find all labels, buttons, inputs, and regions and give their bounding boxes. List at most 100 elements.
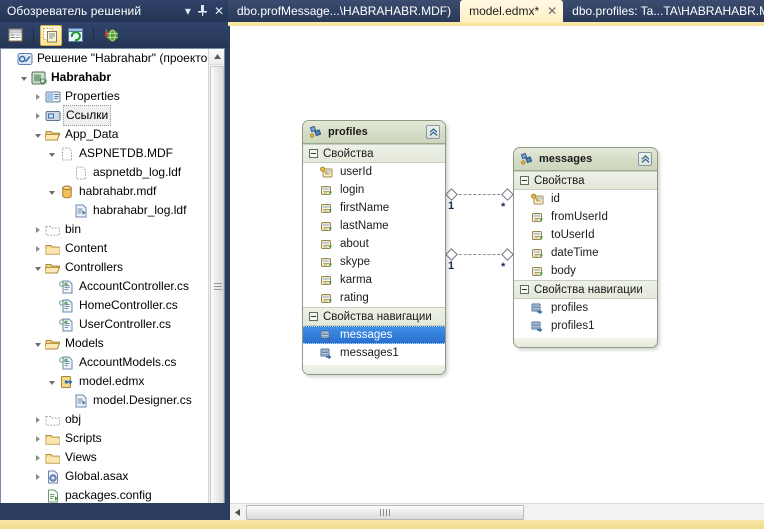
tree-item-properties[interactable]: Properties: [1, 87, 210, 106]
tree-item-label: habrahabr_log.ldf: [93, 203, 187, 217]
tree-item-views[interactable]: Views: [1, 448, 210, 467]
tree-scroll-thumb[interactable]: [210, 66, 224, 506]
multiplicity-right: *: [501, 201, 506, 213]
entity-property-label: karma: [340, 274, 372, 286]
entity-property-selected[interactable]: messages: [303, 326, 445, 344]
editor-tab[interactable]: dbo.profiles: Ta...TA\HABRAHABR.M: [563, 0, 764, 22]
collapse-minus-icon[interactable]: [520, 176, 529, 185]
association-endpoint-diamond: [501, 248, 514, 261]
entity-property[interactable]: fromUserId: [514, 208, 657, 226]
tree-item-habrahabr-log-ldf[interactable]: habrahabr_log.ldf: [1, 201, 210, 220]
entity-property[interactable]: firstName: [303, 199, 445, 217]
asax-file-icon: [44, 469, 62, 485]
scalar-property-icon: [320, 220, 335, 233]
collapse-arrow-icon[interactable]: [17, 68, 30, 87]
canvas-scroll-thumb[interactable]: [246, 505, 524, 520]
entity-property[interactable]: skype: [303, 253, 445, 271]
tree-item-homecontroller-cs[interactable]: C# HomeController.cs: [1, 296, 210, 315]
association-endpoint-diamond: [445, 248, 458, 261]
tree-item-aspnetdb-log-ldf[interactable]: aspnetdb_log.ldf: [1, 163, 210, 182]
collapse-chevron-icon[interactable]: [426, 125, 440, 139]
editor-tab-active[interactable]: model.edmx* ✕: [460, 0, 564, 22]
expand-arrow-icon[interactable]: [31, 106, 44, 125]
refresh-icon[interactable]: [65, 25, 87, 46]
tree-item-controllers[interactable]: Controllers: [1, 258, 210, 277]
tree-item-scripts[interactable]: Scripts: [1, 429, 210, 448]
tree-item-habrahabr-mdf[interactable]: habrahabr.mdf: [1, 182, 210, 201]
tree-item-model-edmx[interactable]: model.edmx: [1, 372, 210, 391]
tree-item-label: Ссылки: [63, 105, 112, 126]
collapse-arrow-icon[interactable]: [31, 125, 44, 144]
entity-header[interactable]: messages: [514, 148, 657, 171]
chevron-down-icon[interactable]: ▾: [185, 5, 191, 17]
tree-item-[interactable]: Ссылки: [1, 105, 210, 126]
tree-vertical-scrollbar[interactable]: [208, 49, 224, 529]
tree-item-accountcontroller-cs[interactable]: C# AccountController.cs: [1, 277, 210, 296]
entity-profiles[interactable]: profiles Свойства userId login firstName last…: [302, 120, 446, 375]
entity-property[interactable]: toUserId: [514, 226, 657, 244]
tree-item-label: Habrahabr: [51, 70, 112, 84]
expand-arrow-icon[interactable]: [31, 429, 44, 448]
scroll-up-arrow-icon[interactable]: [209, 49, 224, 65]
entity-property[interactable]: login: [303, 181, 445, 199]
tree-item-content[interactable]: Content: [1, 239, 210, 258]
expand-arrow-icon[interactable]: [31, 239, 44, 258]
entity-header[interactable]: profiles: [303, 121, 445, 144]
tree-item-aspnetdb-mdf[interactable]: ASPNETDB.MDF: [1, 144, 210, 163]
entity-messages[interactable]: messages Свойства id fromUserId toUserId date…: [513, 147, 658, 348]
solution-tree[interactable]: Решение "Habrahabr" (проектоC#HabrahabrP…: [1, 49, 210, 529]
properties-icon[interactable]: [5, 25, 27, 46]
close-icon[interactable]: ✕: [214, 5, 224, 17]
edmx-designer-canvas[interactable]: 1 * 1 * profiles Свойства userId login first…: [230, 26, 764, 503]
tree-item-usercontroller-cs[interactable]: C# UserController.cs: [1, 315, 210, 334]
scroll-left-arrow-icon[interactable]: [230, 505, 245, 520]
entity-property[interactable]: lastName: [303, 217, 445, 235]
entity-section-header[interactable]: Свойства навигации: [303, 307, 445, 326]
tree-item-model-designer-cs[interactable]: model.Designer.cs: [1, 391, 210, 410]
editor-tab[interactable]: dbo.profMessage...\HABRAHABR.MDF): [228, 0, 460, 22]
pin-icon[interactable]: [197, 4, 207, 18]
tree-item-obj[interactable]: obj: [1, 410, 210, 429]
tree-item-habrahabr[interactable]: C#Habrahabr: [1, 68, 210, 87]
entity-property[interactable]: id: [514, 190, 657, 208]
collapse-arrow-icon[interactable]: [31, 258, 44, 277]
entity-property[interactable]: userId: [303, 163, 445, 181]
tree-item-bin[interactable]: bin: [1, 220, 210, 239]
tab-close-icon[interactable]: ✕: [547, 4, 557, 18]
collapse-minus-icon[interactable]: [309, 149, 318, 158]
expand-arrow-icon[interactable]: [31, 410, 44, 429]
tree-item-habrahabr[interactable]: Решение "Habrahabr" (проекто: [1, 49, 210, 68]
collapse-arrow-icon[interactable]: [45, 372, 58, 391]
expand-arrow-icon[interactable]: [31, 467, 44, 486]
entity-property[interactable]: profiles: [514, 299, 657, 317]
entity-property[interactable]: dateTime: [514, 244, 657, 262]
collapse-chevron-icon[interactable]: [638, 152, 652, 166]
entity-property[interactable]: rating: [303, 289, 445, 307]
entity-section-header[interactable]: Свойства: [303, 144, 445, 163]
show-all-files-icon[interactable]: [40, 24, 62, 46]
canvas-horizontal-scrollbar[interactable]: [230, 503, 764, 520]
collapse-minus-icon[interactable]: [520, 285, 529, 294]
collapse-arrow-icon[interactable]: [45, 182, 58, 201]
tree-item-global-asax[interactable]: Global.asax: [1, 467, 210, 486]
expand-arrow-icon[interactable]: [31, 220, 44, 239]
collapse-arrow-icon[interactable]: [31, 334, 44, 353]
collapse-minus-icon[interactable]: [309, 312, 318, 321]
expand-arrow-icon[interactable]: [31, 448, 44, 467]
entity-property[interactable]: karma: [303, 271, 445, 289]
tree-item-accountmodels-cs[interactable]: C# AccountModels.cs: [1, 353, 210, 372]
solution-explorer-titlebar: Обозреватель решений ▾ ✕: [0, 0, 228, 22]
entity-section-header[interactable]: Свойства: [514, 171, 657, 190]
entity-property[interactable]: messages1: [303, 344, 445, 362]
tree-item-models[interactable]: Models: [1, 334, 210, 353]
collapse-arrow-icon[interactable]: [45, 144, 58, 163]
entity-property[interactable]: about: [303, 235, 445, 253]
entity-property[interactable]: body: [514, 262, 657, 280]
editor-tab-strip: dbo.profMessage...\HABRAHABR.MDF) model.e…: [228, 0, 764, 22]
entity-property[interactable]: profiles1: [514, 317, 657, 335]
tree-item-app-data[interactable]: App_Data: [1, 125, 210, 144]
view-in-browser-icon[interactable]: [100, 25, 122, 46]
entity-section-header[interactable]: Свойства навигации: [514, 280, 657, 299]
entity-property-label: dateTime: [551, 247, 599, 259]
expand-arrow-icon[interactable]: [31, 87, 44, 106]
